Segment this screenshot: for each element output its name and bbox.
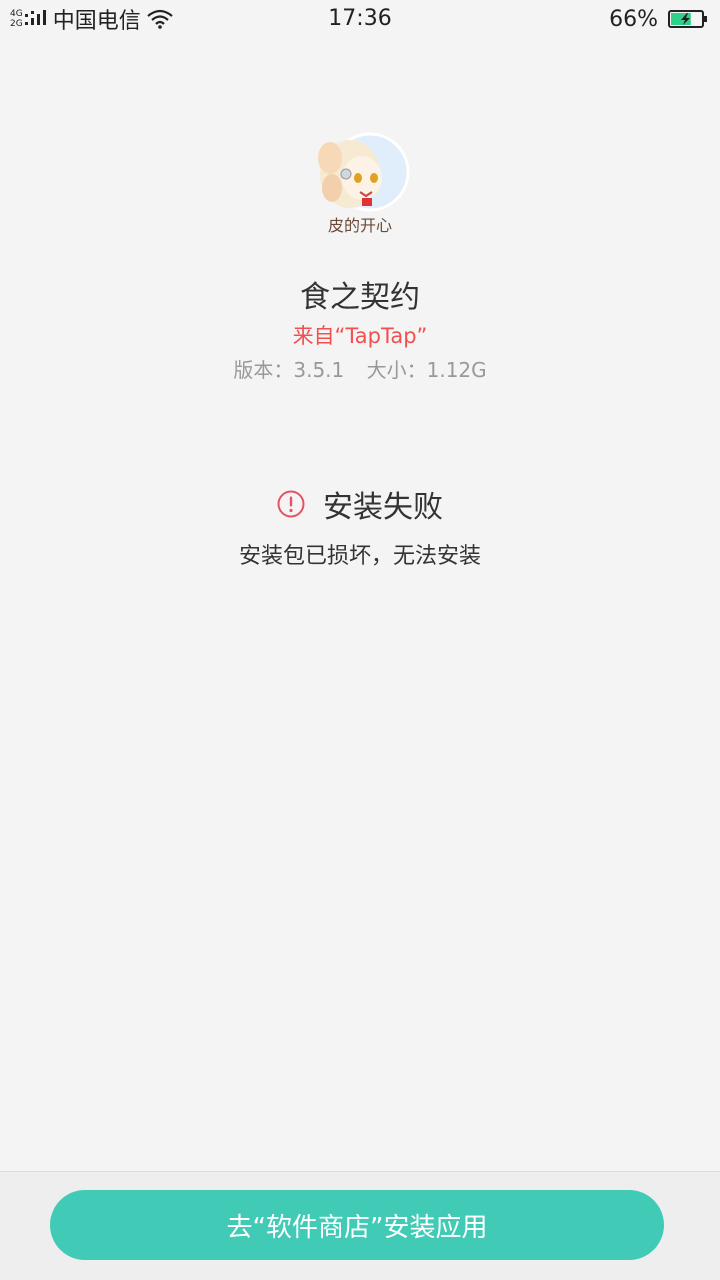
battery-percent: 66%: [609, 6, 658, 32]
status-bar-right: 66%: [609, 4, 708, 34]
install-failed-description: 安装包已损坏，无法安装: [238, 544, 481, 569]
battery-icon: [668, 10, 707, 28]
app-size: 大小：1.12G: [366, 358, 487, 382]
bottom-bar: 去“软件商店”安装应用: [0, 1171, 720, 1280]
install-from-store-button[interactable]: 去“软件商店”安装应用: [50, 1190, 664, 1260]
app-source: 来自“TapTap”: [292, 324, 428, 348]
app-icon: 皮的开心: [308, 128, 412, 236]
alert-icon: [277, 490, 305, 518]
anime-girl-icon: [318, 132, 410, 212]
status-bar: 4G 2G 中国电信 17:36 66%: [0, 0, 720, 40]
install-result: 安装失败: [0, 482, 720, 526]
app-version: 版本：3.5.1: [233, 358, 345, 382]
app-icon-caption: 皮的开心: [327, 216, 392, 235]
app-meta: 版本：3.5.1 大小：1.12G: [0, 354, 720, 383]
install-failed-title: 安装失败: [323, 490, 443, 525]
app-name: 食之契约: [300, 280, 420, 315]
